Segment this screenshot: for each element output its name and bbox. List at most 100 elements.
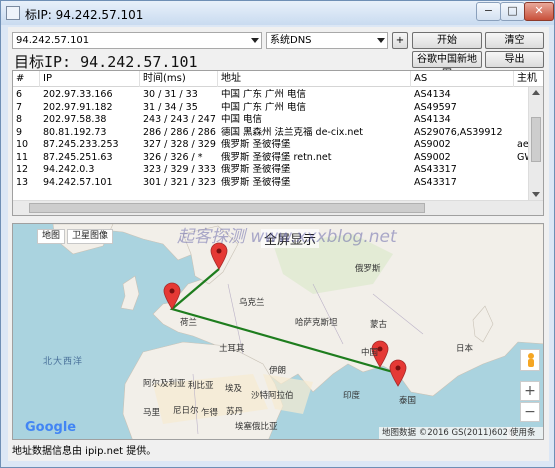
app-icon: [6, 6, 20, 20]
table-cell: 202.97.33.166: [43, 89, 113, 100]
map-label: 荷兰: [180, 318, 198, 328]
trace-table[interactable]: # IP 时间(ms) 地址 AS 主机 6 202.97.33.166 30 / …: [12, 70, 544, 216]
table-cell: 6: [16, 89, 23, 100]
table-row[interactable]: 10 87.245.233.253 327 / 328 / 329 俄罗斯 圣彼得堡 A…: [13, 139, 543, 151]
client-area: 94.242.57.101 系统DNS + 开始 清空 目标IP: 94.242…: [8, 27, 549, 461]
table-cell: AS9002: [414, 139, 451, 150]
map-label: 蒙古: [370, 320, 388, 330]
table-row[interactable]: 11 87.245.251.63 326 / 326 / * 俄罗斯 圣彼得堡 ret…: [13, 152, 543, 164]
table-cell: 中国 电信: [221, 114, 263, 125]
map-label: 乌克兰: [239, 298, 265, 308]
column-header[interactable]: IP: [40, 71, 140, 87]
map-label: 沙特阿拉伯: [251, 391, 294, 401]
table-cell: 94.242.0.3: [43, 164, 95, 175]
chevron-down-icon[interactable]: [251, 38, 259, 43]
export-button[interactable]: 导出: [485, 51, 544, 68]
table-cell: 12: [16, 164, 29, 175]
table-row[interactable]: 8 202.97.58.38 243 / 243 / 247 中国 电信 AS4134: [13, 114, 543, 126]
scroll-down-icon[interactable]: [532, 192, 540, 197]
zoom-out-button[interactable]: −: [520, 402, 540, 422]
table-cell: AS4134: [414, 114, 451, 125]
table-cell: 9: [16, 126, 23, 138]
table-cell: 87.245.233.253: [43, 139, 119, 150]
terms-link[interactable]: 使用条款: [507, 427, 543, 439]
column-header[interactable]: AS: [411, 71, 514, 87]
table-cell: AS43317: [414, 176, 457, 188]
column-header[interactable]: 时间(ms): [140, 71, 218, 87]
scroll-thumb[interactable]: [29, 203, 425, 213]
zoom-in-button[interactable]: +: [520, 381, 540, 401]
table-cell: 202.97.58.38: [43, 114, 107, 125]
map-label: 阿尔及利亚: [143, 379, 186, 389]
map-label: 日本: [456, 344, 474, 354]
pegman-icon: [528, 353, 534, 367]
maximize-button[interactable]: □: [500, 2, 525, 21]
table-cell: AS4134: [414, 89, 451, 100]
vertical-scrollbar[interactable]: [528, 87, 543, 200]
dns-select[interactable]: 系统DNS: [266, 32, 388, 49]
street-view-icon[interactable]: [520, 349, 540, 371]
map-label: 哈萨克斯坦: [295, 318, 338, 328]
target-heading: 目标IP: 94.242.57.101: [14, 53, 198, 71]
map-label: 乍得: [201, 408, 219, 418]
horizontal-scrollbar[interactable]: [13, 200, 543, 215]
map-label: 俄罗斯: [355, 264, 381, 274]
table-row[interactable]: 13 94.242.57.101 301 / 321 / 323 俄罗斯 圣彼得堡 AS…: [13, 177, 543, 189]
table-cell: AS43317: [414, 164, 457, 175]
table-cell: 323 / 329 / 333: [143, 164, 216, 175]
window-title: 标IP: 94.242.57.101: [25, 8, 144, 22]
table-row[interactable]: 9 80.81.192.73 286 / 286 / 286 德国 黑森州 法兰克福 …: [13, 127, 543, 139]
table-cell: 10: [16, 139, 29, 150]
table-cell: 202.97.91.182: [43, 101, 113, 113]
map-view[interactable]: 地图 卫星图像 全屏显示 起客探测 www.xxxblog.net 荷兰 乌克兰…: [12, 223, 544, 440]
add-button[interactable]: +: [392, 32, 408, 49]
column-header[interactable]: 地址: [218, 71, 411, 87]
table-cell: 俄罗斯 圣彼得堡: [221, 164, 291, 175]
google-map-button[interactable]: 谷歌中国新地图: [412, 51, 482, 80]
table-cell: 德国 黑森州 法兰克福 de-cix.net: [221, 126, 363, 138]
table-cell: 80.81.192.73: [43, 126, 107, 138]
table-cell: 326 / 326 / *: [143, 151, 203, 163]
table-cell: 8: [16, 114, 23, 125]
scroll-thumb[interactable]: [531, 117, 541, 162]
table-cell: 11: [16, 151, 29, 163]
start-button[interactable]: 开始: [412, 32, 482, 49]
table-row[interactable]: 7 202.97.91.182 31 / 34 / 35 中国 广东 广州 电信 AS4…: [13, 102, 543, 114]
table-cell: 31 / 34 / 35: [143, 101, 198, 113]
tab-map[interactable]: 地图: [37, 229, 66, 244]
map-label: 尼日尔: [173, 406, 199, 416]
google-logo: Google: [25, 420, 77, 435]
minimize-button[interactable]: −: [476, 2, 501, 21]
watermark: 起客探测 www.xxxblog.net: [177, 227, 397, 247]
table-row[interactable]: 12 94.242.0.3 323 / 329 / 333 俄罗斯 圣彼得堡 AS433…: [13, 164, 543, 176]
map-label: 印度: [343, 391, 361, 401]
dns-select-value: 系统DNS: [270, 35, 312, 46]
map-label: 土耳其: [219, 344, 245, 354]
table-cell: AS49597: [414, 101, 457, 113]
table-cell: 286 / 286 / 286: [143, 126, 216, 138]
map-label: 埃塞俄比亚: [235, 422, 278, 432]
close-button[interactable]: ✕: [524, 2, 554, 21]
map-label: 泰国: [399, 396, 417, 406]
title-bar[interactable]: 标IP: 94.242.57.101 − □ ✕: [1, 1, 554, 25]
chevron-down-icon[interactable]: [377, 38, 385, 43]
scroll-up-icon[interactable]: [532, 90, 540, 95]
table-cell: AS9002: [414, 151, 451, 163]
map-canvas: [52, 224, 543, 439]
map-label: 马里: [143, 408, 161, 418]
table-cell: 中国 广东 广州 电信: [221, 101, 307, 113]
map-label: 北大西洋: [43, 357, 84, 367]
app-window: 标IP: 94.242.57.101 − □ ✕ 94.242.57.101 系…: [0, 0, 555, 468]
map-label: 伊朗: [269, 366, 287, 376]
landmass-uk: [120, 275, 140, 311]
target-input[interactable]: 94.242.57.101: [12, 32, 262, 49]
table-cell: 301 / 321 / 323: [143, 176, 216, 188]
tab-satellite[interactable]: 卫星图像: [67, 229, 114, 244]
table-cell: 7: [16, 101, 23, 113]
column-header[interactable]: #: [13, 71, 40, 87]
table-cell: 中国 广东 广州 电信: [221, 89, 307, 100]
column-header[interactable]: 主机: [514, 71, 543, 87]
table-row[interactable]: 6 202.97.33.166 30 / 31 / 33 中国 广东 广州 电信 AS4…: [13, 89, 543, 101]
clear-button[interactable]: 清空: [485, 32, 544, 49]
map-label: 利比亚: [188, 381, 214, 391]
